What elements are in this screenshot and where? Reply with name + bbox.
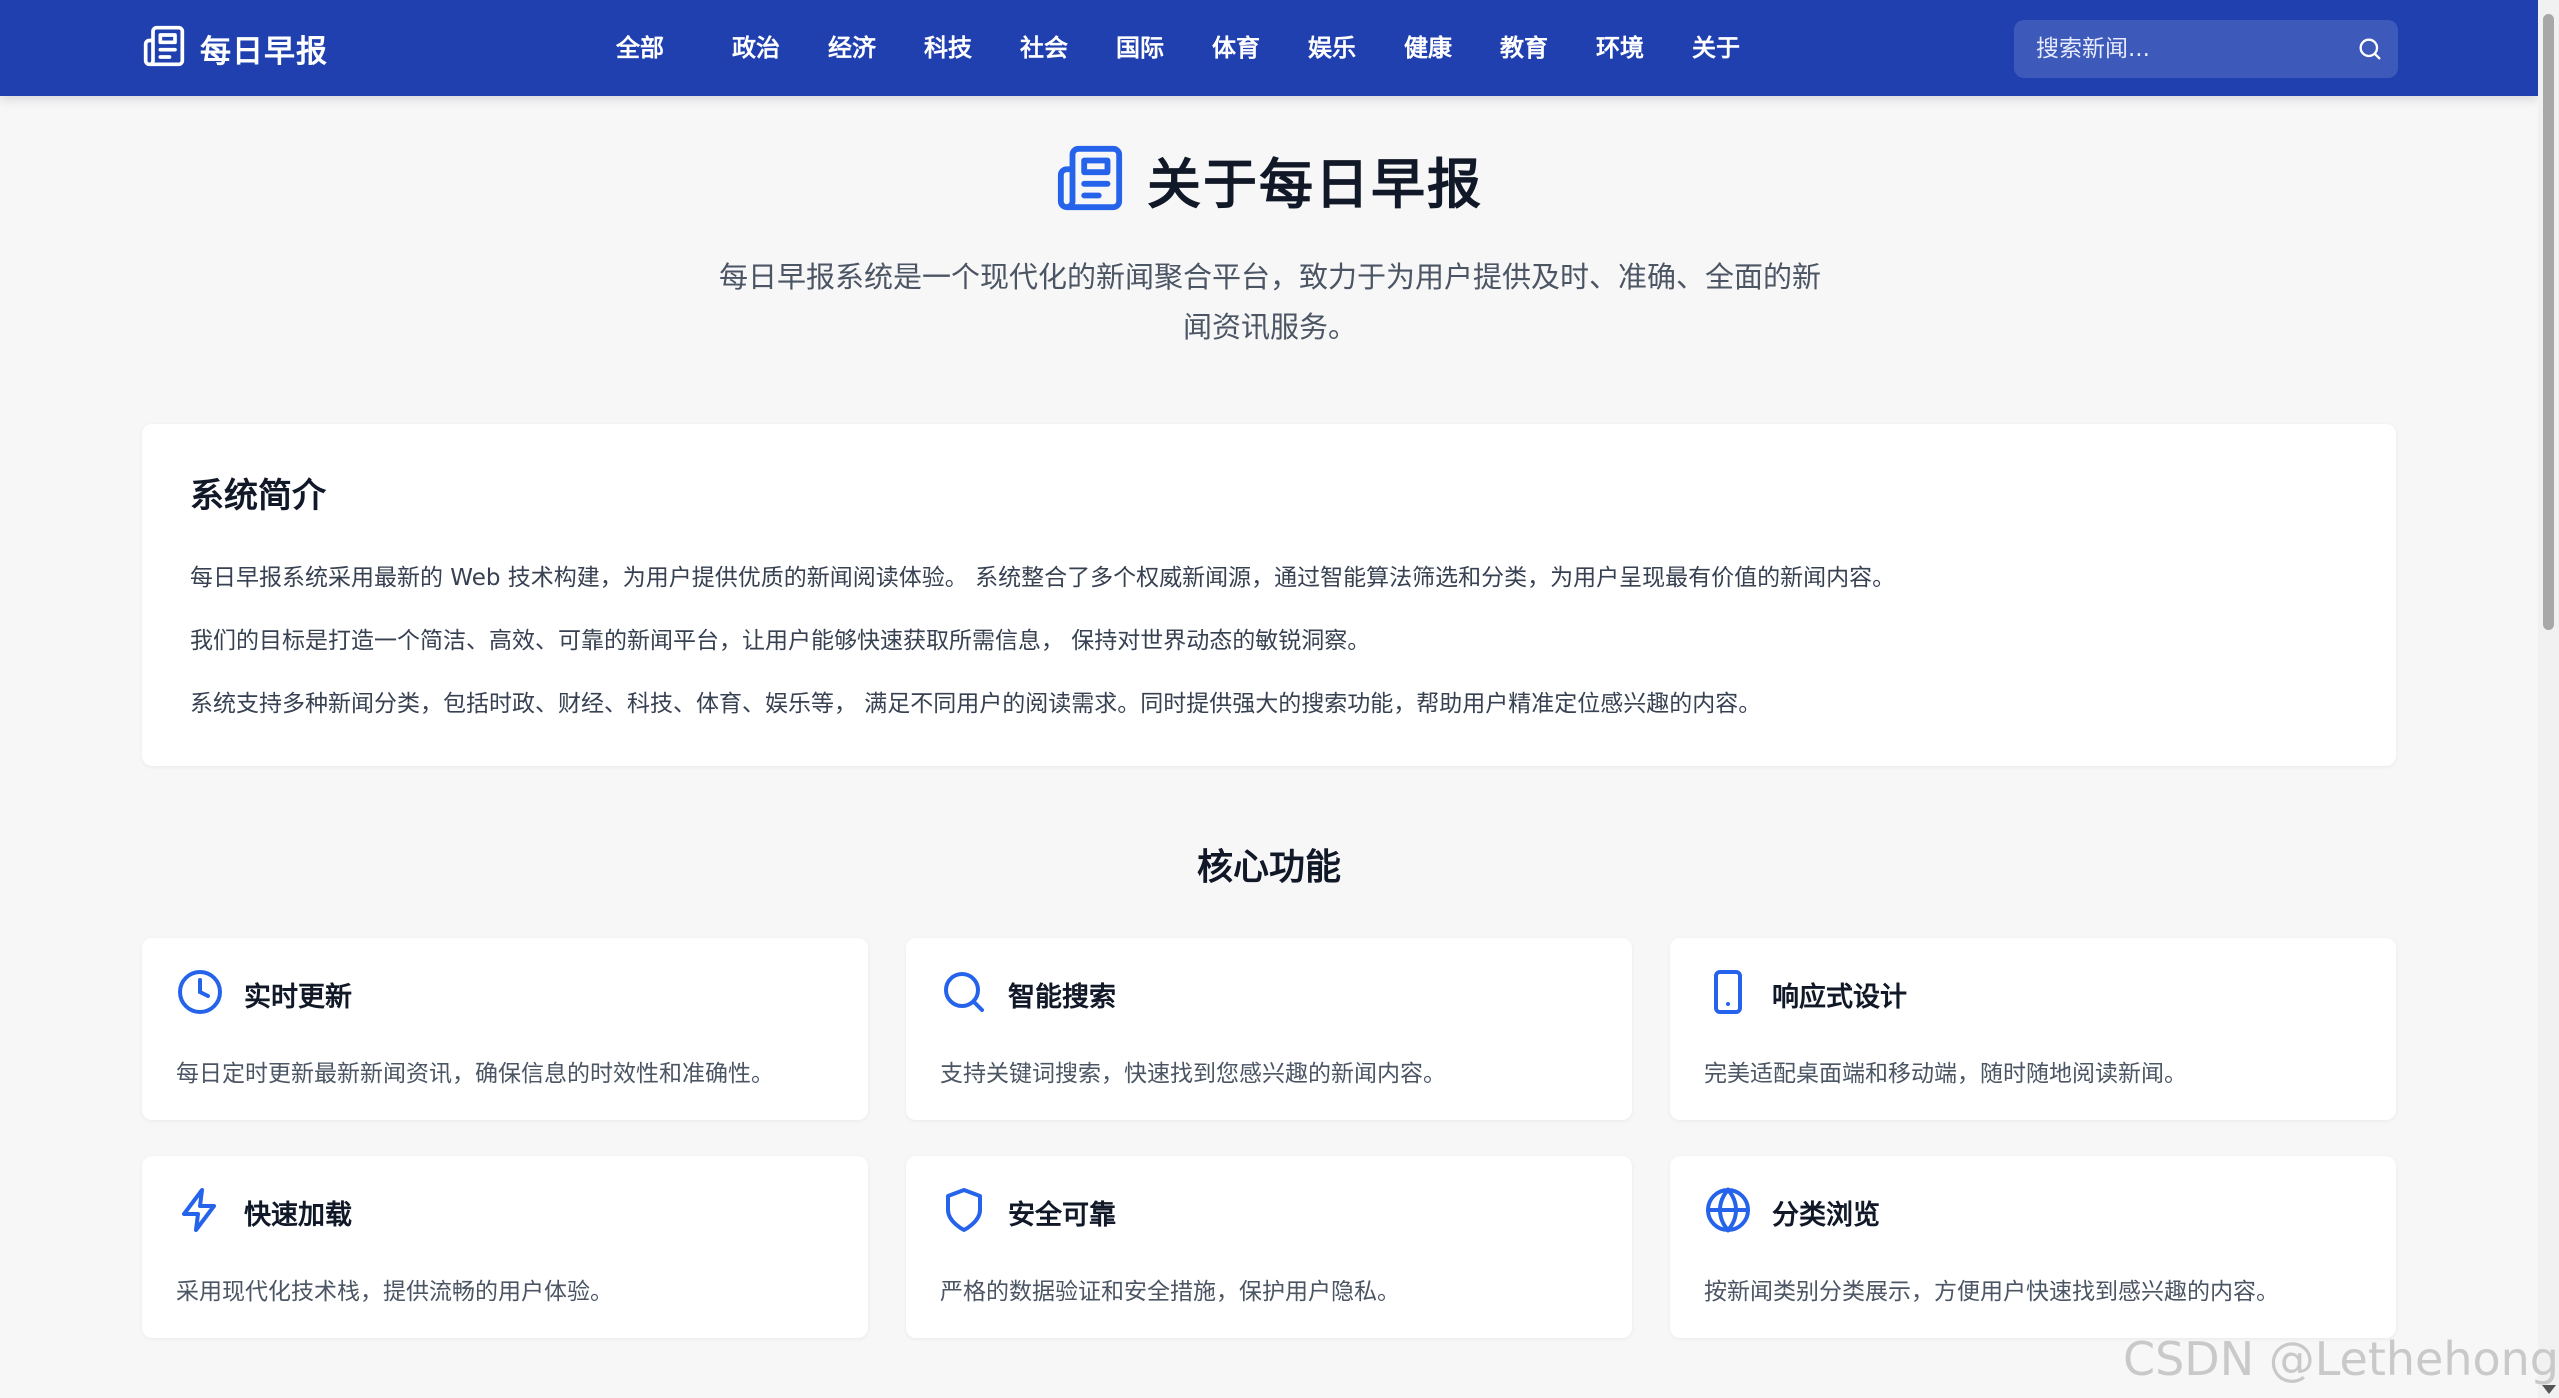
nav-item-education[interactable]: 教育 [1476, 28, 1572, 68]
feature-card-category: 分类浏览 按新闻类别分类展示，方便用户快速找到感兴趣的内容。 [1670, 1156, 2396, 1338]
hero-heading: 关于每日早报 [0, 140, 2538, 219]
search-icon[interactable] [2342, 21, 2398, 77]
top-navbar: 每日早报 全部 政治 经济 科技 社会 国际 体育 娱乐 健康 教育 环境 关于 [0, 0, 2538, 96]
search-box [2014, 20, 2398, 78]
nav-item-sports[interactable]: 体育 [1188, 28, 1284, 68]
nav-item-all[interactable]: 全部 [604, 28, 708, 68]
mobile-icon [1704, 968, 1752, 1020]
feature-description: 按新闻类别分类展示，方便用户快速找到感兴趣的内容。 [1704, 1279, 2279, 1305]
nav-item-politics[interactable]: 政治 [708, 28, 804, 68]
newspaper-icon [142, 24, 186, 72]
feature-title: 安全可靠 [1008, 1199, 1116, 1231]
hero-description: 每日早报系统是一个现代化的新闻聚合平台，致力于为用户提供及时、准确、全面的新 闻… [690, 252, 1850, 352]
nav-item-economy[interactable]: 经济 [804, 28, 900, 68]
feature-title: 分类浏览 [1772, 1199, 1880, 1231]
scroll-down-arrow-icon[interactable] [2542, 1385, 2556, 1394]
feature-description: 支持关键词搜索，快速找到您感兴趣的新闻内容。 [940, 1061, 1446, 1087]
features-title: 核心功能 [1196, 847, 1341, 888]
feature-description: 严格的数据验证和安全措施，保护用户隐私。 [940, 1279, 1400, 1305]
brand-logo[interactable]: 每日早报 [142, 24, 328, 72]
feature-description: 完美适配桌面端和移动端，随时随地阅读新闻。 [1704, 1061, 2187, 1087]
watermark-text: CSDN @Lethehong [2122, 1332, 2559, 1386]
nav-item-society[interactable]: 社会 [996, 28, 1092, 68]
feature-card-responsive: 响应式设计 完美适配桌面端和移动端，随时随地阅读新闻。 [1670, 938, 2396, 1120]
intro-title: 系统简介 [190, 476, 326, 516]
nav-item-entertainment[interactable]: 娱乐 [1284, 28, 1380, 68]
feature-description: 每日定时更新最新新闻资讯，确保信息的时效性和准确性。 [176, 1061, 774, 1087]
nav-item-tech[interactable]: 科技 [900, 28, 996, 68]
search-input[interactable] [2014, 20, 2342, 78]
main-nav: 全部 政治 经济 科技 社会 国际 体育 娱乐 健康 教育 环境 关于 [604, 28, 1764, 68]
nav-item-environment[interactable]: 环境 [1572, 28, 1668, 68]
intro-card: 系统简介 每日早报系统采用最新的 Web 技术构建，为用户提供优质的新闻阅读体验… [142, 424, 2396, 766]
intro-paragraph: 我们的目标是打造一个简洁、高效、可靠的新闻平台，让用户能够快速获取所需信息， 保… [190, 628, 1371, 654]
newspaper-icon [1055, 143, 1125, 217]
feature-card-realtime: 实时更新 每日定时更新最新新闻资讯，确保信息的时效性和准确性。 [142, 938, 868, 1120]
nav-item-international[interactable]: 国际 [1092, 28, 1188, 68]
page-title: 关于每日早报 [1147, 153, 1483, 216]
shield-icon [940, 1186, 988, 1238]
intro-paragraph: 系统支持多种新闻分类，包括时政、财经、科技、体育、娱乐等， 满足不同用户的阅读需… [190, 691, 1762, 717]
feature-description: 采用现代化技术栈，提供流畅的用户体验。 [176, 1279, 613, 1305]
clock-icon [176, 968, 224, 1020]
feature-card-secure: 安全可靠 严格的数据验证和安全措施，保护用户隐私。 [906, 1156, 1632, 1338]
brand-name: 每日早报 [200, 33, 328, 70]
feature-title: 响应式设计 [1772, 981, 1907, 1013]
globe-icon [1704, 1186, 1752, 1238]
feature-title: 快速加载 [244, 1199, 352, 1231]
nav-item-health[interactable]: 健康 [1380, 28, 1476, 68]
hero-description-line2: 闻资讯服务。 [1182, 310, 1357, 344]
search-icon [940, 968, 988, 1020]
feature-card-search: 智能搜索 支持关键词搜索，快速找到您感兴趣的新闻内容。 [906, 938, 1632, 1120]
hero-description-line1: 每日早报系统是一个现代化的新闻聚合平台，致力于为用户提供及时、准确、全面的新 [718, 260, 1821, 294]
page-scrollbar[interactable] [2538, 0, 2559, 1398]
intro-paragraph: 每日早报系统采用最新的 Web 技术构建，为用户提供优质的新闻阅读体验。 系统整… [190, 565, 1896, 591]
feature-title: 智能搜索 [1008, 981, 1116, 1013]
scrollbar-thumb[interactable] [2543, 14, 2554, 630]
feature-card-fast: 快速加载 采用现代化技术栈，提供流畅的用户体验。 [142, 1156, 868, 1338]
feature-title: 实时更新 [244, 981, 352, 1013]
lightning-icon [176, 1186, 224, 1238]
nav-item-about[interactable]: 关于 [1668, 28, 1764, 68]
